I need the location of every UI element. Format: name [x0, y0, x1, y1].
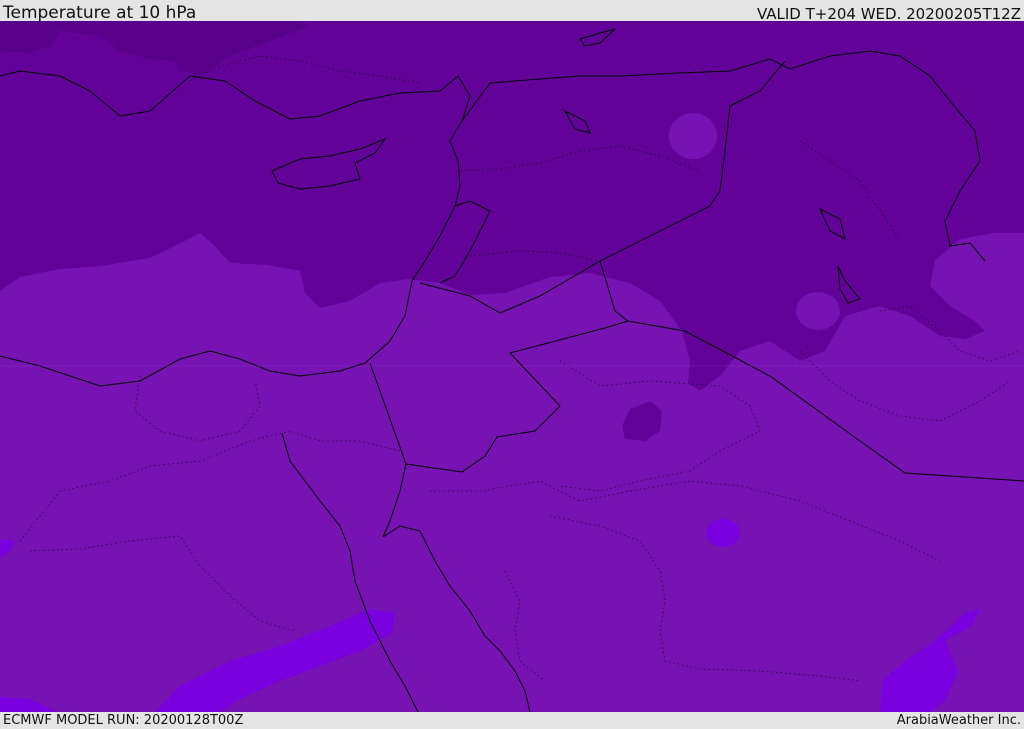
credit-label: ArabiaWeather Inc. [896, 713, 1021, 728]
temperature-map [0, 21, 1024, 712]
model-run-label: ECMWF MODEL RUN: 20200128T00Z [3, 713, 244, 728]
footer-bar: ECMWF MODEL RUN: 20200128T00Z ArabiaWeat… [0, 712, 1024, 729]
warm-spot-center [706, 519, 740, 547]
warm-spot-east [796, 292, 840, 330]
map-canvas[interactable] [0, 21, 1024, 712]
warm-spot-north [669, 113, 717, 159]
header-bar: Temperature at 10 hPa VALID T+204 WED. 2… [0, 0, 1024, 23]
